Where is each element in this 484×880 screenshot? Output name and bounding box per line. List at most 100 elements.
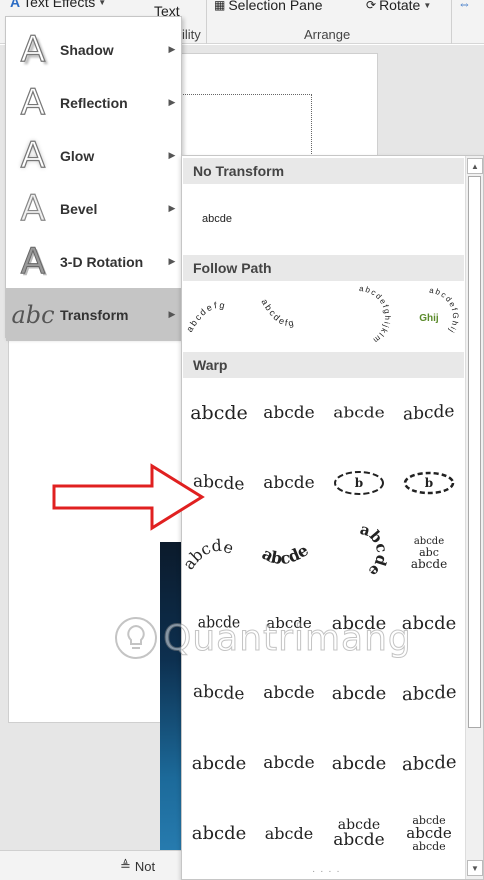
warp-option-stop[interactable]: abcde xyxy=(254,378,324,448)
warp-option-deflate-inflate-deflate[interactable]: abcde xyxy=(254,798,324,868)
sample-text: abc xyxy=(419,545,439,559)
menu-item-label: Shadow xyxy=(60,41,114,58)
button-preview: abcdefGhij Ghij xyxy=(419,286,460,336)
sample-text: abcde xyxy=(331,682,387,704)
transform-option-none[interactable]: abcde xyxy=(182,184,252,254)
warp-option-deflate-bottom[interactable]: abcde xyxy=(254,728,324,798)
text-effects-menu: A Shadow ▶ A Reflection ▶ A Glow ▶ A Bev… xyxy=(5,16,182,341)
warp-option-fade-left[interactable]: abcde abcde abcde xyxy=(394,798,464,868)
sample-text: abcde xyxy=(191,822,247,844)
watermark-text: Quantrimang xyxy=(163,617,412,659)
transform-gallery: No Transform abcde Follow Path abcdefg a… xyxy=(179,155,484,880)
notes-button[interactable]: ≜ Not xyxy=(120,858,155,874)
warp-option-arch-down[interactable]: abcde xyxy=(254,518,324,588)
sample-text: abcde xyxy=(412,839,446,853)
menu-item-label: 3-D Rotation xyxy=(60,253,144,270)
circle-preview: abcdefghijklm xyxy=(359,284,392,346)
bevel-a-icon: A xyxy=(20,187,46,229)
resize-grip[interactable]: · · · · xyxy=(312,866,341,877)
warp-option-fade-right[interactable]: abcde abcde xyxy=(324,798,394,868)
svg-text:abcdefghijklm: abcdefghijklm xyxy=(359,284,392,346)
menu-item-label: Bevel xyxy=(60,200,98,217)
sample-text: abcde xyxy=(333,829,385,850)
warp-circle-preview: abcde xyxy=(358,520,391,581)
sample-text: abcde xyxy=(413,535,445,547)
transform-abc-icon: abc xyxy=(11,300,55,329)
scroll-thumb[interactable] xyxy=(468,176,481,728)
sample-text: abcde xyxy=(190,402,248,424)
menu-item-transform[interactable]: abc Transform ▶ xyxy=(6,288,181,341)
transform-option-arch-up[interactable]: abcdefg xyxy=(184,282,254,352)
warp-option-inflate-bottom[interactable]: abcde xyxy=(184,728,254,798)
warp-option-circle[interactable]: abcde xyxy=(324,518,394,588)
menu-item-label: Glow xyxy=(60,147,95,164)
menu-item-label: Transform xyxy=(60,306,129,323)
3d-rotation-a-icon: A xyxy=(20,241,46,283)
sample-text: abcde xyxy=(333,404,385,422)
text-effects-button[interactable]: A Text Effects ▼ xyxy=(10,0,106,10)
scroll-up-icon[interactable]: ▲ xyxy=(467,158,483,174)
menu-item-glow[interactable]: A Glow ▶ xyxy=(6,129,181,182)
reflection-a-icon: A xyxy=(20,81,46,123)
warp-option-inflate[interactable]: abcde xyxy=(324,658,394,728)
svg-text:b: b xyxy=(425,476,433,490)
size-icon[interactable]: ⇔ xyxy=(458,0,471,11)
warp-option-deflate-inflate[interactable]: abcde xyxy=(184,798,254,868)
sample-text: abcde xyxy=(263,473,315,493)
chevron-right-icon: ▶ xyxy=(168,309,176,319)
sample-text: abcde xyxy=(403,401,455,425)
section-header-follow-path: Follow Path xyxy=(183,255,464,281)
sample-text: abcde xyxy=(410,556,448,571)
warp-arch-down-preview: abcde xyxy=(259,540,312,568)
svg-text:abcde: abcde xyxy=(259,540,312,568)
text-effects-label: Text Effects xyxy=(23,0,96,10)
rotate-button[interactable]: ⟳ Rotate ▼ xyxy=(366,0,431,13)
warp-option-deflate[interactable]: abcde xyxy=(394,658,464,728)
transform-option-arch-down[interactable]: abcdefg xyxy=(254,282,324,352)
chevron-down-icon: ▼ xyxy=(98,0,107,7)
svg-text:Ghij: Ghij xyxy=(419,313,439,324)
chevron-right-icon: ▶ xyxy=(168,150,176,160)
menu-item-label: Reflection xyxy=(60,94,128,111)
svg-text:abcdefGhij: abcdefGhij xyxy=(429,286,460,336)
warp-option-triangle-up[interactable]: abcde xyxy=(324,378,394,448)
transform-option-button[interactable]: abcdefGhij Ghij xyxy=(394,282,464,352)
warp-option-plain[interactable]: abcde xyxy=(184,378,254,448)
section-header-no-transform: No Transform xyxy=(183,158,464,184)
warp-option-triangle-down[interactable]: abcde xyxy=(394,378,464,448)
warp-option-double-wave-1[interactable]: abcde xyxy=(184,658,254,728)
section-header-warp: Warp xyxy=(183,352,464,378)
selection-pane-icon: ▦ xyxy=(214,0,226,12)
ring-outside-preview: b xyxy=(403,471,455,495)
sample-text: abcde xyxy=(264,823,314,843)
menu-item-shadow[interactable]: A Shadow ▶ xyxy=(6,23,181,76)
lightbulb-icon xyxy=(115,617,157,659)
menu-item-bevel[interactable]: A Bevel ▶ xyxy=(6,182,181,235)
sample-text: abcde xyxy=(191,752,247,774)
notes-icon: ≜ xyxy=(120,858,131,873)
transform-option-circle[interactable]: abcdefghijklm xyxy=(324,282,394,352)
scroll-down-icon[interactable]: ▼ xyxy=(467,860,483,876)
menu-item-3d-rotation[interactable]: A 3-D Rotation ▶ xyxy=(6,235,181,288)
menu-item-reflection[interactable]: A Reflection ▶ xyxy=(6,76,181,129)
sample-text: abcde xyxy=(202,213,232,225)
red-arrow-icon xyxy=(52,463,205,531)
warp-option-button[interactable]: abcde abc abcde xyxy=(394,518,464,588)
warp-option-double-wave-2[interactable]: abcde xyxy=(254,658,324,728)
warp-arch-up-preview: abcde xyxy=(179,536,236,573)
arch-up-preview: abcdefg xyxy=(184,300,225,334)
chevron-right-icon: ▶ xyxy=(168,44,176,54)
warp-option-chevron-down[interactable]: abcde xyxy=(254,448,324,518)
arch-down-preview: abcdefg xyxy=(259,297,294,328)
sample-text: abcde xyxy=(263,683,315,703)
warp-option-ring-outside[interactable]: b xyxy=(394,448,464,518)
warp-option-ring-inside[interactable]: b xyxy=(324,448,394,518)
ribbon-divider xyxy=(206,0,207,44)
selection-pane-button[interactable]: ▦ Selection Pane xyxy=(214,0,323,13)
chevron-down-icon: ▼ xyxy=(423,0,432,10)
warp-option-deflate-top[interactable]: abcde xyxy=(394,728,464,798)
svg-text:abcde: abcde xyxy=(358,520,391,581)
sample-text: abcde xyxy=(263,753,315,773)
warp-option-inflate-top[interactable]: abcde xyxy=(324,728,394,798)
gallery-scrollbar[interactable]: ▲ ▼ xyxy=(465,156,483,879)
